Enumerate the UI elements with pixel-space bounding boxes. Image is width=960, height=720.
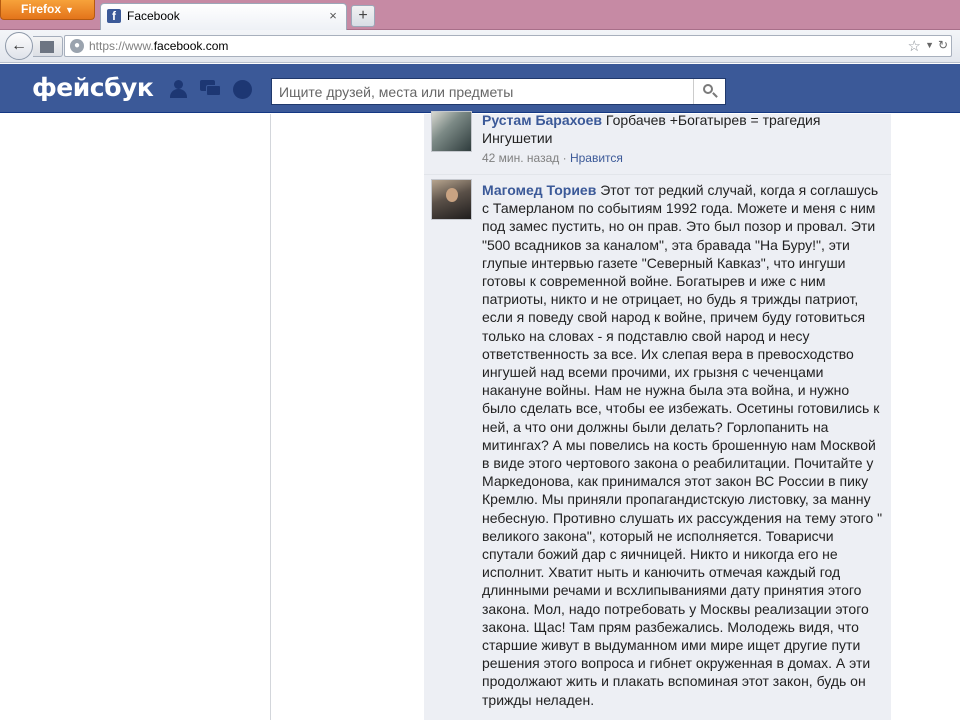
forward-button[interactable]	[33, 36, 63, 57]
url-bar[interactable]: ● https://www.facebook.com ☆ ▼ ↻	[64, 35, 952, 57]
comment-body: Рустам Барахоев Горбачев +Богатырев = тр…	[482, 111, 886, 147]
comment-timestamp[interactable]: 42 мин. назад	[482, 151, 559, 165]
like-link[interactable]: Нравится	[570, 151, 623, 165]
firefox-menu-label: Firefox	[21, 2, 62, 16]
left-column	[0, 114, 271, 720]
comment-text: Этот тот редкий случай, когда я соглашус…	[482, 182, 883, 708]
chevron-down-icon: ▼	[65, 5, 74, 15]
firefox-menu-button[interactable]: Firefox ▼	[0, 0, 95, 20]
search-box	[271, 78, 726, 105]
url-scheme: https://www.	[89, 39, 154, 53]
forward-arrow-icon	[40, 41, 54, 53]
messages-icon[interactable]	[200, 80, 222, 98]
browser-tabbar: Firefox ▼ f Facebook × +	[0, 0, 960, 30]
tab-title: Facebook	[127, 9, 180, 23]
globe-icon: ●	[70, 39, 84, 53]
browser-navbar: ← ● https://www.facebook.com ☆ ▼ ↻	[0, 30, 960, 63]
close-icon[interactable]: ×	[326, 9, 340, 23]
tab-facebook[interactable]: f Facebook ×	[100, 3, 347, 30]
new-tab-button[interactable]: +	[351, 5, 375, 27]
comment-author[interactable]: Рустам Барахоев	[482, 112, 602, 128]
meta-separator: ·	[559, 151, 570, 165]
back-arrow-icon: ←	[11, 37, 27, 54]
comment-item: Рустам Барахоев Горбачев +Богатырев = тр…	[424, 111, 891, 171]
comment-author[interactable]: Магомед Ториев	[482, 182, 596, 198]
facebook-header: фейсбук	[0, 64, 960, 113]
search-button[interactable]	[693, 79, 725, 104]
url-text[interactable]: https://www.facebook.com	[89, 39, 228, 53]
comments-panel: Рустам Барахоев Горбачев +Богатырев = тр…	[424, 111, 891, 720]
url-domain: facebook.com	[153, 39, 229, 53]
search-input[interactable]	[272, 79, 693, 104]
avatar[interactable]	[431, 179, 472, 220]
back-button[interactable]: ←	[5, 32, 33, 60]
facebook-logo[interactable]: фейсбук	[32, 73, 154, 102]
comment-item: Магомед Ториев Этот тот редкий случай, к…	[424, 174, 891, 720]
comment-body: Магомед Ториев Этот тот редкий случай, к…	[482, 181, 886, 709]
facebook-favicon-icon: f	[107, 9, 121, 23]
comment-meta: 42 мин. назад · Нравится	[482, 151, 623, 165]
history-dropdown-icon[interactable]: ▼	[925, 40, 934, 50]
bookmark-star-icon[interactable]: ☆	[908, 37, 921, 55]
notifications-globe-icon[interactable]	[232, 80, 254, 99]
reload-icon[interactable]: ↻	[938, 38, 948, 52]
friend-requests-icon[interactable]	[168, 80, 190, 98]
avatar[interactable]	[431, 111, 472, 152]
